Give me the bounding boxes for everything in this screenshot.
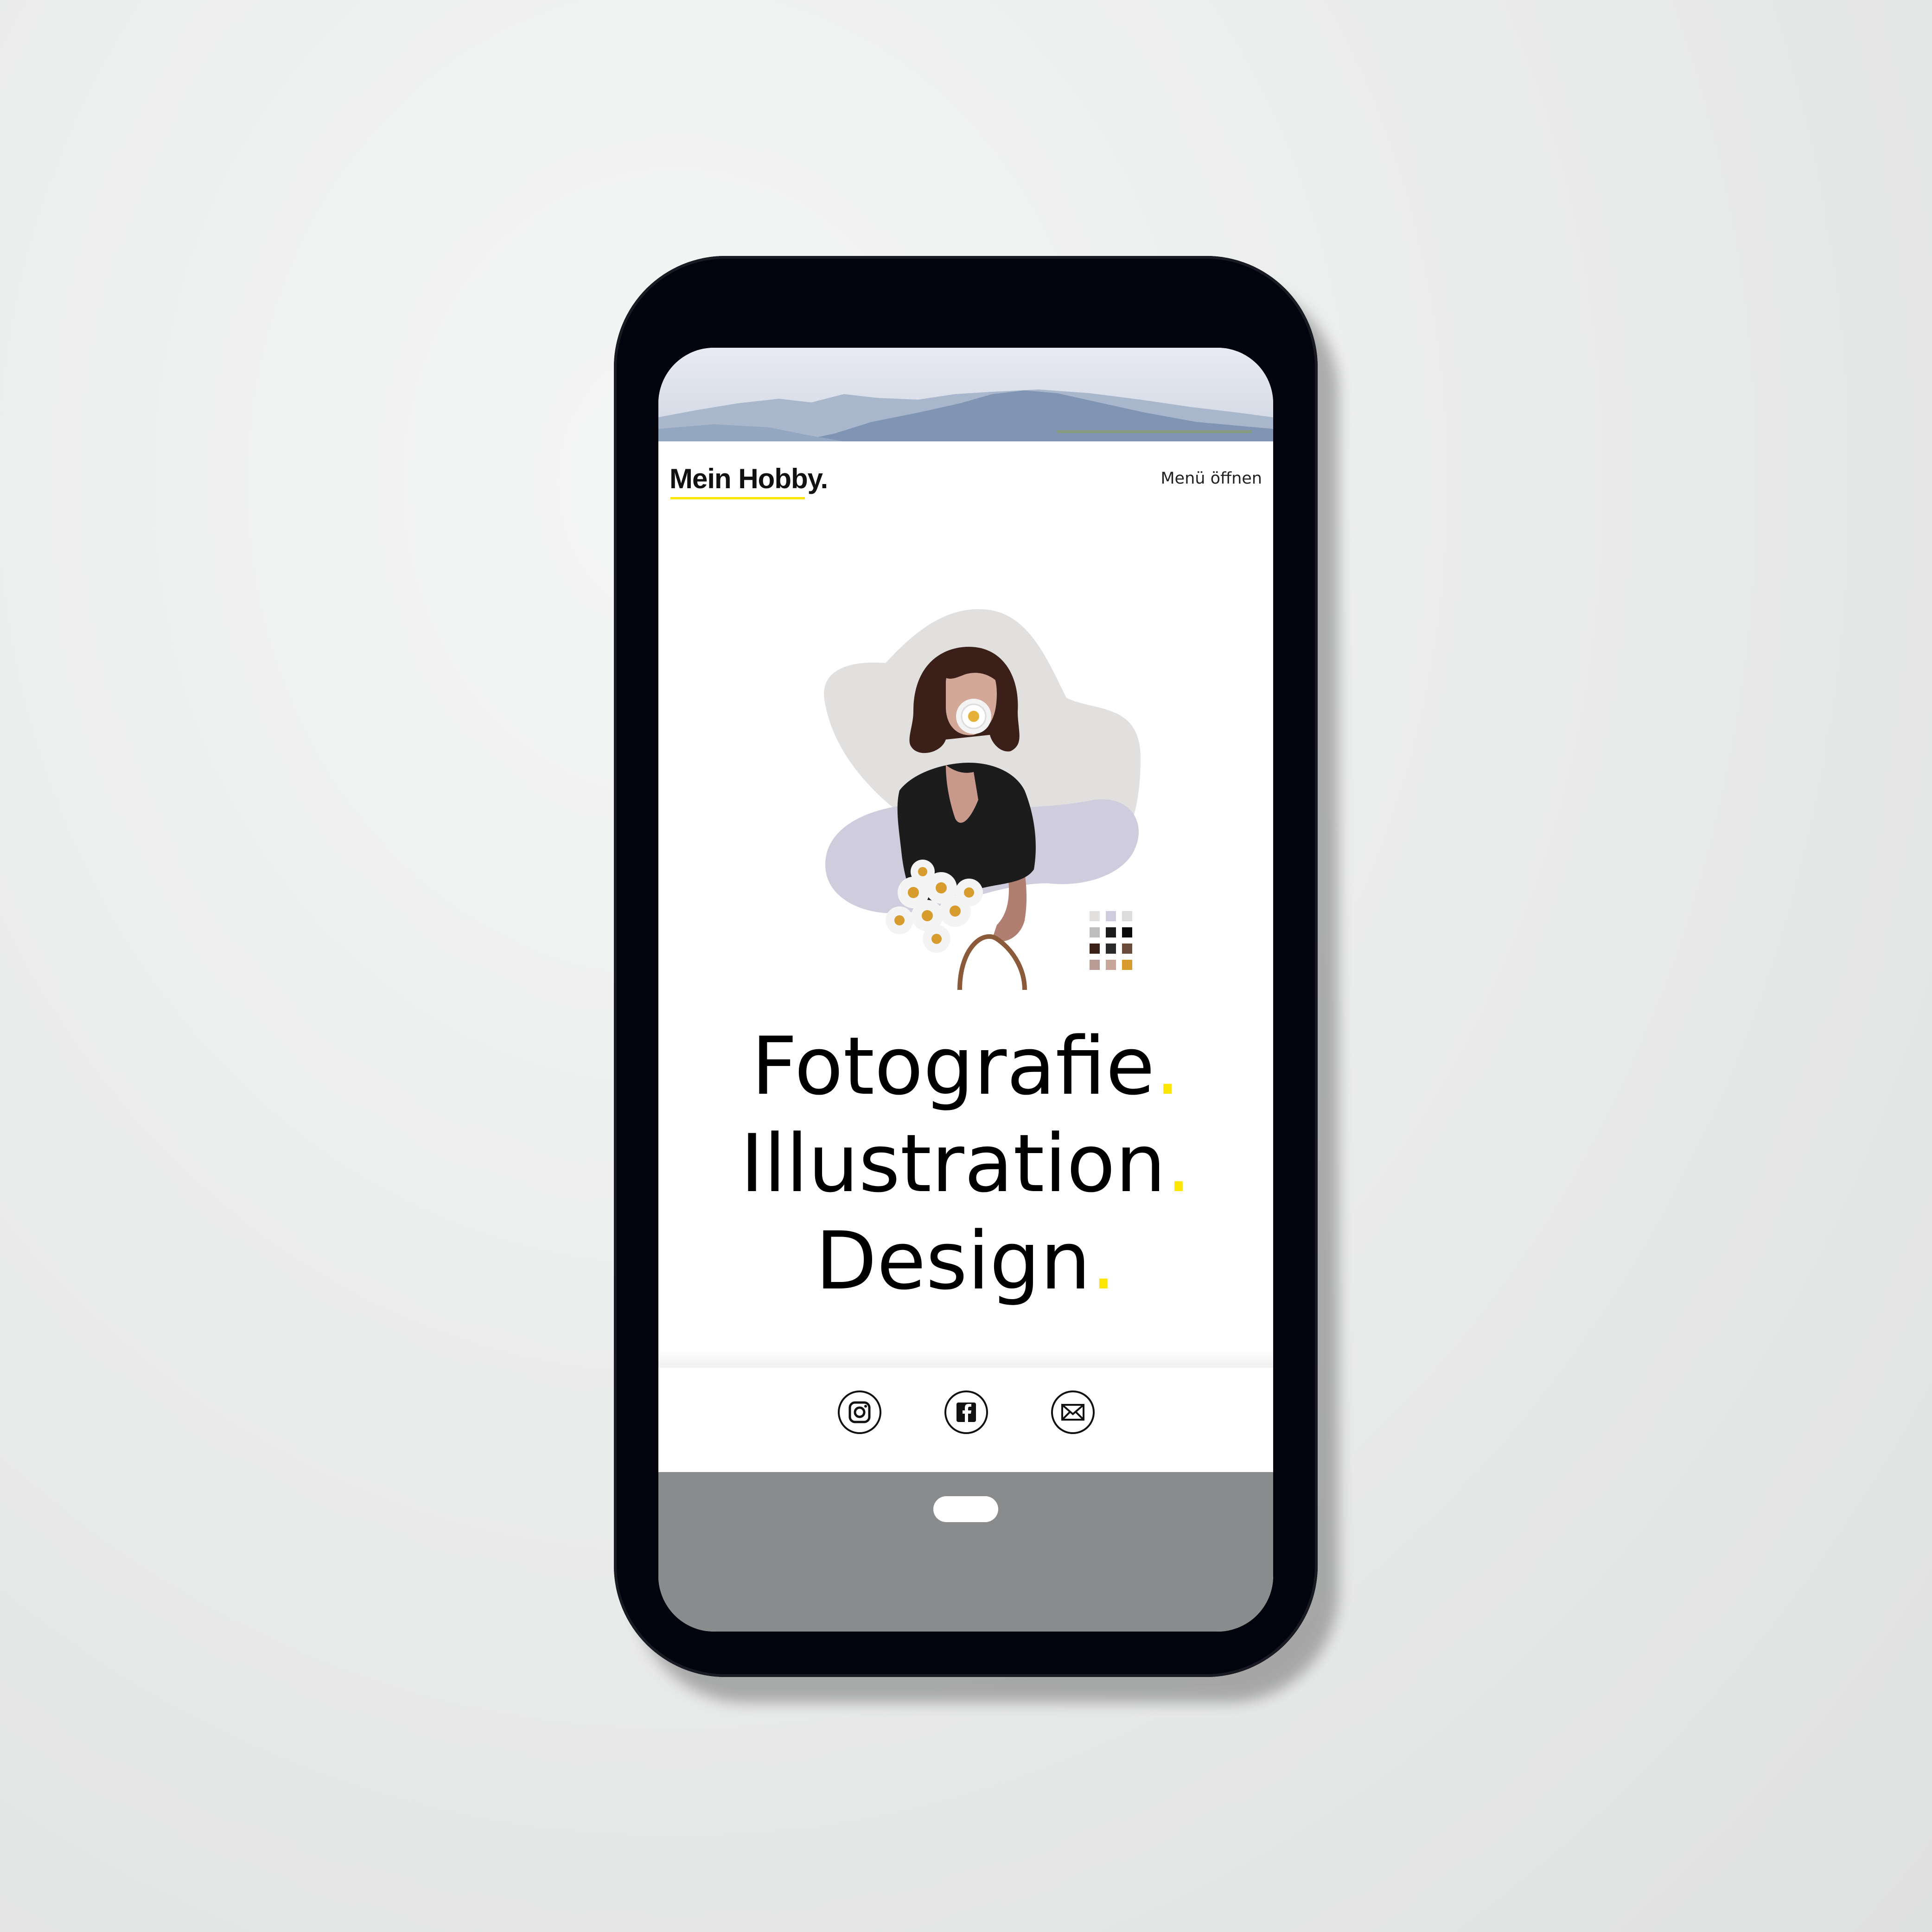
phone-frame: Mein Hobby. Menü öffnen Fotografie. Illu… bbox=[614, 256, 1318, 1677]
facebook-icon[interactable] bbox=[944, 1390, 988, 1435]
instagram-icon[interactable] bbox=[837, 1390, 882, 1435]
footer-divider bbox=[658, 1349, 1273, 1368]
menu-open-button[interactable]: Menü öffnen bbox=[1160, 469, 1262, 488]
banner-image bbox=[658, 348, 1273, 441]
top-nav: Mein Hobby. Menü öffnen bbox=[658, 441, 1273, 511]
headline-line-illustration: Illustration. bbox=[740, 1117, 1192, 1210]
woman-with-daisies-illustration bbox=[807, 605, 1150, 990]
brand-underline bbox=[670, 497, 805, 499]
mail-icon[interactable] bbox=[1051, 1390, 1095, 1435]
brand-logo[interactable]: Mein Hobby. bbox=[670, 463, 828, 495]
social-footer bbox=[658, 1368, 1273, 1472]
hero-headline: Fotografie. Illustration. Design. bbox=[658, 1018, 1273, 1310]
system-navigation-bar bbox=[658, 1472, 1273, 1632]
home-button[interactable] bbox=[933, 1496, 998, 1522]
headline-line-design: Design. bbox=[815, 1214, 1116, 1307]
phone-screen: Mein Hobby. Menü öffnen Fotografie. Illu… bbox=[658, 348, 1273, 1632]
headline-line-fotografie: Fotografie. bbox=[751, 1020, 1180, 1113]
